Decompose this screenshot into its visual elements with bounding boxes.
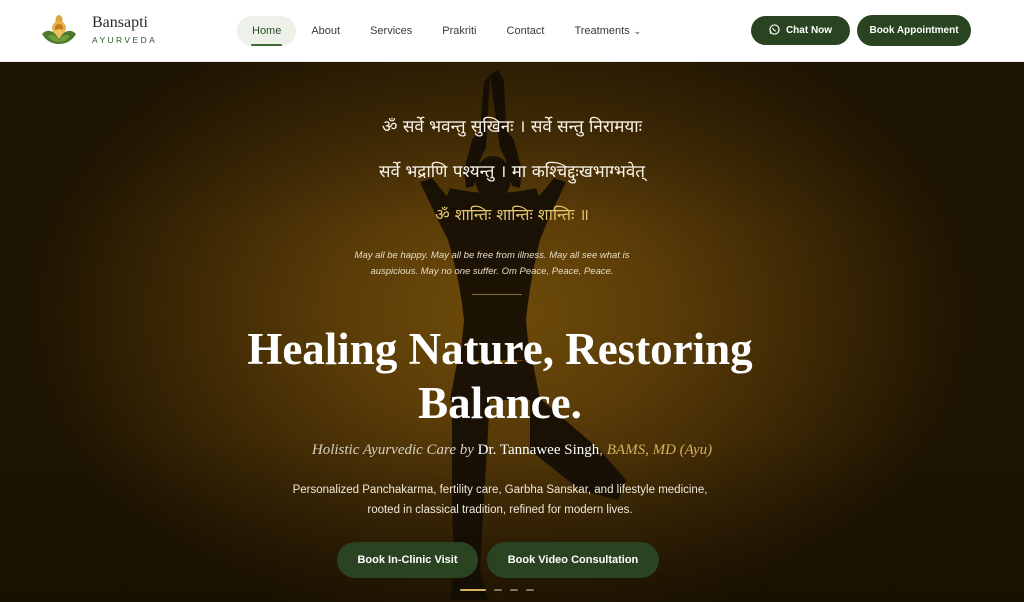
brand-tagline: AYURVEDA (92, 35, 158, 46)
chevron-down-icon: ⌄ (633, 26, 642, 36)
carousel-dot[interactable] (510, 589, 518, 591)
chat-now-button[interactable]: Chat Now (751, 16, 850, 45)
nav-contact[interactable]: Contact (492, 16, 560, 46)
hero-section: ॐ सर्वे भवन्तु सुखिनः । सर्वे सन्तु निरा… (0, 62, 1024, 602)
whatsapp-icon (769, 23, 780, 38)
carousel-dot[interactable] (526, 589, 534, 591)
mantra-line-2: सर्वे भद्राणि पश्यन्तु । मा कश्चिद्दुःखभ… (379, 162, 645, 182)
hero-subline: Holistic Ayurvedic Care by Dr. Tannawee … (0, 442, 1024, 459)
subline-prefix: Holistic Ayurvedic Care by (311, 442, 474, 458)
book-video-consultation-button[interactable]: Book Video Consultation (487, 542, 659, 578)
nav-home[interactable]: Home (237, 16, 297, 46)
brand-logo[interactable]: Bansapti AYURVEDA (40, 12, 157, 48)
carousel-dot[interactable] (460, 589, 486, 591)
nav-prakriti[interactable]: Prakriti (427, 16, 491, 46)
mantra-translation: May all be happy. May all be free from i… (354, 250, 630, 277)
mantra-line-3: ॐ शान्तिः शान्तिः शान्तिः ॥ (435, 205, 589, 224)
chat-now-label: Chat Now (785, 25, 833, 36)
nav-treatments-label: Treatments (574, 25, 630, 37)
nav-services[interactable]: Services (355, 16, 427, 46)
hero-divider (472, 294, 522, 295)
nav-about[interactable]: About (296, 16, 355, 46)
book-in-clinic-button[interactable]: Book In-Clinic Visit (337, 542, 478, 578)
hero-description: Personalized Panchakarma, fertility care… (292, 484, 708, 516)
doctor-name: Dr. Tannawee Singh (477, 442, 600, 458)
carousel-dot[interactable] (494, 589, 502, 591)
main-nav: Home About Services Prakriti Contact Tre… (237, 16, 656, 46)
hero-headline: Healing Nature, Restoring Balance. (247, 324, 753, 428)
site-header: Bansapti AYURVEDA Home About Services Pr… (0, 0, 1024, 62)
doctor-credentials: , BAMS, MD (Ayu) (599, 442, 713, 458)
book-appointment-button[interactable]: Book Appointment (857, 15, 971, 46)
mantra-line-1: ॐ सर्वे भवन्तु सुखिनः । सर्वे सन्तु निरा… (381, 117, 643, 137)
carousel-indicators (460, 589, 534, 591)
nav-treatments[interactable]: Treatments ⌄ (559, 16, 656, 46)
lotus-logo-icon (40, 12, 78, 48)
brand-name: Bansapti (92, 14, 148, 32)
